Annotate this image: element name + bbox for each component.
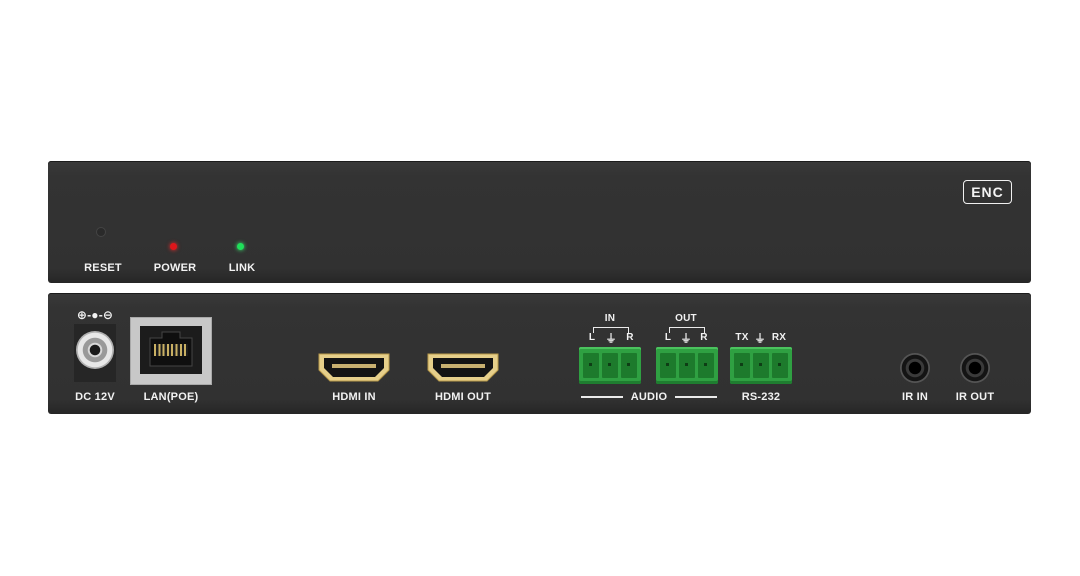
ir-out-label: IR OUT (955, 391, 995, 403)
dc-polarity-symbol: ⊕-●-⊖ (76, 308, 114, 322)
audio-in-ground-icon: ⏚ (605, 333, 617, 345)
audio-out-ground-icon: ⏚ (680, 333, 692, 345)
rs232-tx-label: TX (735, 332, 749, 343)
rear-panel: ⊕-●-⊖ DC 12V LAN(POE) HDMI IN HDMI OUT I… (48, 293, 1031, 414)
lan-port-socket (140, 326, 202, 374)
audio-in-label: IN (604, 313, 616, 324)
audio-rule-right (675, 396, 717, 398)
front-panel: ENC RESET POWER LINK (48, 161, 1031, 283)
audio-in-left-label: L (588, 332, 596, 343)
ir-out-jack[interactable] (960, 353, 990, 383)
audio-out-label: OUT (675, 313, 697, 324)
hdmi-out-label: HDMI OUT (435, 391, 491, 403)
hdmi-in-label: HDMI IN (332, 391, 376, 403)
audio-out-right-label: R (700, 332, 708, 343)
audio-out-left-label: L (664, 332, 672, 343)
audio-out-terminal[interactable] (656, 347, 718, 384)
rs232-label: RS-232 (741, 391, 781, 403)
lan-port-pins (154, 344, 188, 356)
audio-in-right-label: R (626, 332, 634, 343)
enc-badge: ENC (963, 180, 1012, 204)
lan-port[interactable] (130, 317, 212, 385)
rs232-ground-icon: ⏚ (754, 333, 766, 345)
audio-label: AUDIO (630, 391, 668, 403)
rs232-rx-label: RX (771, 332, 787, 343)
hdmi-out-port[interactable] (427, 353, 499, 382)
reset-label: RESET (84, 262, 122, 274)
lan-label: LAN(POE) (143, 391, 199, 403)
hdmi-in-port[interactable] (318, 353, 390, 382)
reset-button[interactable] (96, 227, 106, 237)
link-led (237, 243, 244, 250)
power-led (170, 243, 177, 250)
ir-in-jack[interactable] (900, 353, 930, 383)
dc-power-jack[interactable] (76, 331, 114, 369)
dc-label: DC 12V (75, 391, 115, 403)
audio-in-terminal[interactable] (579, 347, 641, 384)
link-label: LINK (228, 262, 256, 274)
power-label: POWER (153, 262, 197, 274)
audio-rule-left (581, 396, 623, 398)
ir-in-label: IR IN (901, 391, 929, 403)
rs232-terminal[interactable] (730, 347, 792, 384)
